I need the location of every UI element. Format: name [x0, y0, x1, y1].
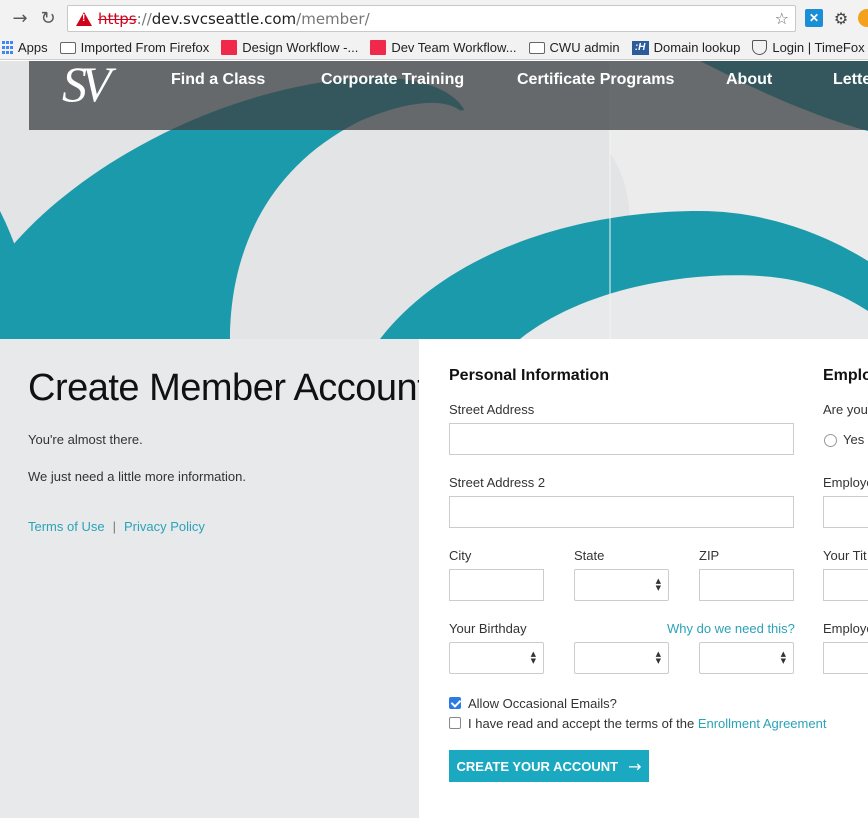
city-label: City [449, 548, 472, 563]
nav-certificate-programs[interactable]: Certificate Programs [517, 71, 674, 89]
intro-panel: Create Member Account You're almost ther… [0, 339, 428, 818]
employed-yes-radio[interactable] [824, 434, 837, 447]
accept-terms-text: I have read and accept the terms of the [468, 716, 698, 731]
privacy-policy-link[interactable]: Privacy Policy [124, 519, 205, 534]
url-host: dev.svcseattle.com [151, 9, 297, 28]
street-address-2-input[interactable] [449, 496, 794, 528]
bookmark-label: CWU admin [549, 40, 620, 55]
bookmark-star-icon[interactable]: ☆ [775, 9, 789, 28]
city-input[interactable] [449, 569, 544, 601]
forward-icon[interactable]: → [9, 6, 31, 30]
extension-orange-icon[interactable] [858, 9, 868, 27]
bookmark-label: Design Workflow -... [242, 40, 359, 55]
allow-emails-label: Allow Occasional Emails? [468, 696, 617, 711]
employer-2-label: Employe [823, 621, 868, 636]
h-icon: :H [631, 40, 649, 55]
address-bar[interactable]: https://dev.svcseattle.com/member/ ☆ [67, 5, 796, 32]
allow-emails-checkbox[interactable] [449, 697, 461, 709]
employer-input[interactable] [823, 496, 868, 528]
bookmark-domain-lookup[interactable]: :H Domain lookup [631, 40, 741, 55]
red-square-icon [221, 40, 238, 55]
nav-find-a-class[interactable]: Find a Class [171, 71, 265, 89]
street-address-input[interactable] [449, 423, 794, 455]
nav-corporate-training[interactable]: Corporate Training [321, 71, 464, 89]
your-title-label: Your Tit [823, 548, 867, 563]
page-title: Create Member Account [28, 367, 428, 409]
create-account-button[interactable]: CREATE YOUR ACCOUNT → [449, 750, 649, 782]
intro-line-1: You're almost there. [28, 432, 143, 447]
not-secure-warning-icon[interactable] [76, 11, 92, 26]
create-account-label: CREATE YOUR ACCOUNT [456, 758, 619, 774]
arrow-right-icon: → [628, 756, 642, 776]
state-select[interactable]: ▲ ▼ [574, 569, 669, 601]
accept-terms-checkbox[interactable] [449, 717, 461, 729]
nav-about[interactable]: About [726, 71, 772, 89]
hero-banner: SV Find a Class Corporate Training Certi… [0, 61, 868, 339]
birthday-month-select[interactable]: ▲ ▼ [449, 642, 544, 674]
personal-information-heading: Personal Information [449, 367, 610, 384]
member-form: Personal Information Emplo Street Addres… [419, 339, 868, 818]
url-separator: :// [136, 9, 152, 28]
birthday-day-select[interactable]: ▲ ▼ [574, 642, 669, 674]
employed-yes-label: Yes [843, 432, 865, 447]
street-address-label: Street Address [449, 402, 535, 417]
intro-line-2: We just need a little more information. [28, 469, 246, 484]
url-scheme: https [98, 9, 137, 28]
bookmark-dev-team-workflow[interactable]: Dev Team Workflow... [370, 40, 517, 55]
your-title-input[interactable] [823, 569, 868, 601]
bookmark-label: Login | TimeFox | F... [772, 40, 868, 55]
state-label: State [574, 548, 605, 563]
nav-letter[interactable]: Lette [833, 71, 868, 89]
employer-2-input[interactable] [823, 642, 868, 674]
terms-of-use-link[interactable]: Terms of Use [28, 519, 105, 534]
select-arrows-icon: ▲ ▼ [655, 650, 661, 665]
employer-label: Employe [823, 475, 868, 490]
reload-icon[interactable]: ↻ [37, 6, 59, 30]
why-do-we-need-this-link[interactable]: Why do we need this? [667, 621, 795, 636]
browser-toolbar: → ↻ https://dev.svcseattle.com/member/ ☆… [0, 0, 868, 36]
enrollment-agreement-link[interactable]: Enrollment Agreement [698, 716, 827, 731]
url-path: /member/ [296, 9, 370, 28]
zip-input[interactable] [699, 569, 794, 601]
street-address-2-label: Street Address 2 [449, 475, 546, 490]
gear-icon[interactable]: ⚙ [832, 9, 850, 28]
bookmark-label: Domain lookup [653, 40, 741, 55]
bookmark-apps[interactable]: Apps [2, 40, 48, 55]
shield-icon [752, 40, 768, 55]
select-arrows-icon: ▲ ▼ [655, 577, 661, 592]
bookmark-label: Imported From Firefox [80, 40, 210, 55]
birthday-year-select[interactable]: ▲ ▼ [699, 642, 794, 674]
bookmark-label: Dev Team Workflow... [391, 40, 517, 55]
link-separator: | [112, 519, 116, 534]
employment-question-label: Are you [823, 402, 868, 417]
bookmark-imported-firefox[interactable]: Imported From Firefox [59, 40, 210, 55]
accept-terms-label: I have read and accept the terms of the … [468, 716, 826, 731]
select-arrows-icon: ▲ ▼ [530, 650, 536, 665]
zip-label: ZIP [699, 548, 720, 563]
employment-heading: Emplo [823, 367, 868, 384]
bookmark-timefox[interactable]: Login | TimeFox | F... [752, 40, 868, 55]
bookmark-cwu-admin[interactable]: CWU admin [528, 40, 620, 55]
site-navigation: SV Find a Class Corporate Training Certi… [29, 61, 868, 130]
select-arrows-icon: ▲ ▼ [780, 650, 786, 665]
folder-icon [528, 41, 545, 54]
red-square-icon [370, 40, 387, 55]
birthday-label: Your Birthday [449, 621, 527, 636]
apps-grid-icon [2, 40, 13, 55]
folder-icon [59, 41, 76, 54]
extension-x-icon[interactable]: ✕ [805, 9, 823, 27]
bookmark-label: Apps [18, 40, 48, 55]
sv-logo[interactable]: SV [62, 61, 111, 113]
bookmarks-bar: Apps Imported From Firefox Design Workfl… [0, 36, 868, 60]
bookmark-design-workflow[interactable]: Design Workflow -... [221, 40, 358, 55]
legal-links: Terms of Use | Privacy Policy [28, 519, 205, 534]
